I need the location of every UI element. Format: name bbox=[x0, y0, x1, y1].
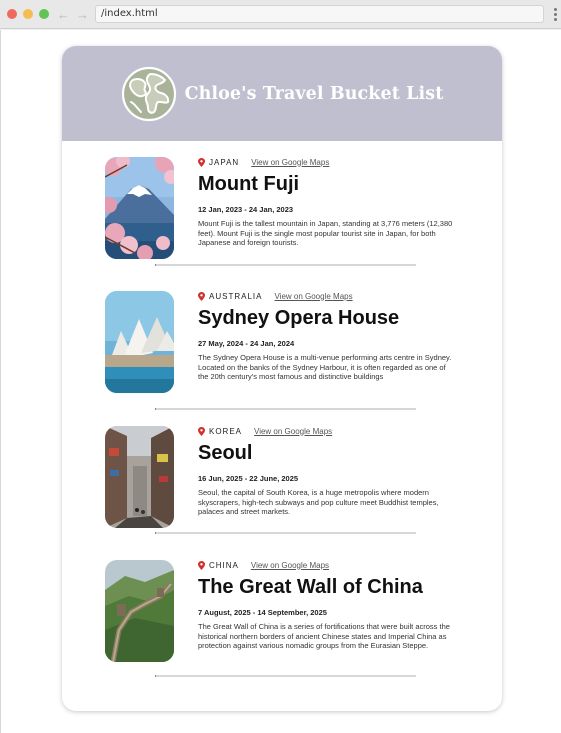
address-bar[interactable]: /index.html bbox=[95, 5, 544, 23]
great-wall-photo bbox=[105, 560, 174, 662]
page-viewport: Chloe's Travel Bucket List JAPAN View on… bbox=[0, 30, 561, 733]
travel-dates: 27 May, 2024 - 24 Jan, 2024 bbox=[198, 339, 295, 348]
forward-arrow-icon[interactable]: → bbox=[76, 8, 89, 21]
google-maps-link[interactable]: View on Google Maps bbox=[251, 158, 329, 167]
destination-title: Mount Fuji bbox=[198, 173, 300, 195]
destination-info: KOREA View on Google Maps Seoul 16 Jun, … bbox=[198, 424, 459, 517]
back-arrow-icon[interactable]: ← bbox=[57, 8, 70, 21]
country-label: KOREA bbox=[209, 426, 243, 436]
destination-item-great-wall: CHINA View on Google Maps The Great Wall… bbox=[105, 544, 462, 662]
destination-title: The Great Wall of China bbox=[198, 576, 423, 598]
location-row: CHINA View on Google Maps bbox=[198, 558, 459, 572]
country-label: JAPAN bbox=[209, 157, 240, 167]
close-window-button[interactable] bbox=[7, 9, 17, 19]
destination-item-mount-fuji: JAPAN View on Google Maps Mount Fuji 12 … bbox=[105, 141, 462, 259]
location-row: KOREA View on Google Maps bbox=[198, 424, 459, 438]
destination-item-seoul: KOREA View on Google Maps Seoul 16 Jun, … bbox=[105, 410, 462, 528]
seoul-photo bbox=[105, 426, 174, 528]
item-divider bbox=[155, 532, 416, 534]
location-pin-icon bbox=[198, 426, 205, 436]
globe-icon bbox=[121, 66, 176, 121]
destination-title: Sydney Opera House bbox=[198, 307, 400, 329]
location-pin-icon bbox=[198, 560, 205, 570]
minimize-window-button[interactable] bbox=[23, 9, 33, 19]
google-maps-link[interactable]: View on Google Maps bbox=[251, 561, 329, 570]
sydney-opera-house-photo bbox=[105, 291, 174, 393]
browser-toolbar: ← → ↻ /index.html bbox=[0, 0, 561, 29]
country-label: AUSTRALIA bbox=[209, 291, 263, 301]
travel-dates: 7 August, 2025 - 14 September, 2025 bbox=[198, 608, 327, 617]
destination-description: Mount Fuji is the tallest mountain in Ja… bbox=[198, 219, 453, 248]
destination-description: The Great Wall of China is a series of f… bbox=[198, 622, 450, 651]
bucket-list-card: Chloe's Travel Bucket List JAPAN View on… bbox=[62, 46, 502, 711]
window-controls bbox=[7, 9, 49, 19]
site-header: Chloe's Travel Bucket List bbox=[62, 46, 502, 141]
browser-menu-icon[interactable] bbox=[554, 8, 557, 21]
item-divider bbox=[155, 675, 416, 677]
location-row: JAPAN View on Google Maps bbox=[198, 155, 459, 169]
country-label: CHINA bbox=[209, 560, 239, 570]
travel-dates: 16 Jun, 2025 - 22 June, 2025 bbox=[198, 474, 299, 483]
destination-info: CHINA View on Google Maps The Great Wall… bbox=[198, 558, 459, 651]
travel-dates: 12 Jan, 2023 - 24 Jan, 2023 bbox=[198, 205, 294, 214]
destination-info: AUSTRALIA View on Google Maps Sydney Ope… bbox=[198, 289, 459, 382]
destination-info: JAPAN View on Google Maps Mount Fuji 12 … bbox=[198, 155, 459, 248]
destination-description: The Sydney Opera House is a multi-venue … bbox=[198, 353, 452, 382]
destination-description: Seoul, the capital of South Korea, is a … bbox=[198, 488, 439, 517]
site-title: Chloe's Travel Bucket List bbox=[184, 83, 444, 104]
google-maps-link[interactable]: View on Google Maps bbox=[254, 427, 332, 436]
location-pin-icon bbox=[198, 291, 205, 301]
item-divider bbox=[155, 264, 416, 266]
location-row: AUSTRALIA View on Google Maps bbox=[198, 289, 459, 303]
destination-title: Seoul bbox=[198, 442, 253, 464]
mount-fuji-photo bbox=[105, 157, 174, 259]
location-pin-icon bbox=[198, 157, 205, 167]
maximize-window-button[interactable] bbox=[39, 9, 49, 19]
google-maps-link[interactable]: View on Google Maps bbox=[274, 292, 352, 301]
destination-item-sydney-opera-house: AUSTRALIA View on Google Maps Sydney Ope… bbox=[105, 275, 462, 393]
